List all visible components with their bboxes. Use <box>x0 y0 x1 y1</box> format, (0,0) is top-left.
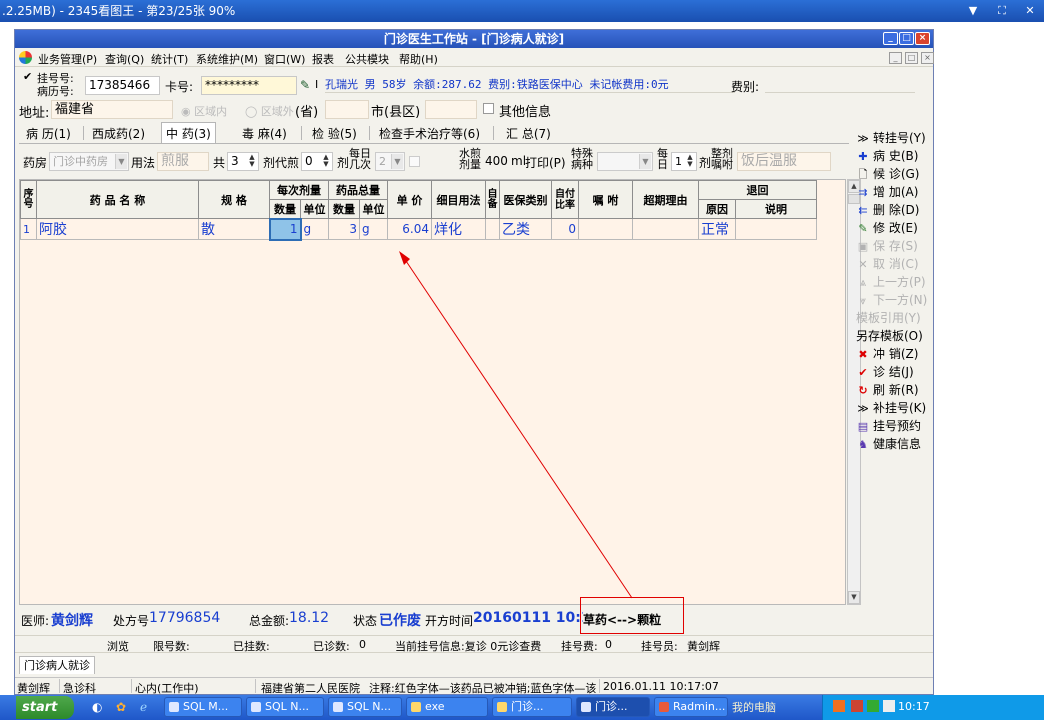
window-icon <box>581 702 591 712</box>
tray-icon[interactable] <box>883 700 895 712</box>
task-label: Radmin... <box>673 700 726 713</box>
quicklaunch-icon[interactable]: ◐ <box>92 700 102 714</box>
system-tray <box>822 695 1044 720</box>
taskbar-item[interactable]: exe <box>406 697 488 717</box>
my-computer-label[interactable]: 我的电脑 <box>732 699 776 715</box>
task-label: SQL M... <box>183 700 229 713</box>
quicklaunch-icon[interactable]: ✿ <box>116 700 126 714</box>
taskbar-item[interactable]: 门诊... <box>492 697 572 717</box>
window-icon <box>251 702 261 712</box>
folder-icon <box>497 702 507 712</box>
task-label: 门诊... <box>511 700 544 713</box>
start-button[interactable]: start <box>16 696 74 719</box>
task-label: 门诊... <box>595 700 628 713</box>
tray-icon[interactable] <box>833 700 845 712</box>
tray-icon[interactable] <box>851 700 863 712</box>
task-label: SQL N... <box>347 700 391 713</box>
annotation-arrow <box>399 251 633 599</box>
folder-icon <box>411 702 421 712</box>
task-label: exe <box>425 700 445 713</box>
taskbar-item[interactable]: SQL N... <box>246 697 324 717</box>
radmin-icon <box>659 702 669 712</box>
window-icon <box>169 702 179 712</box>
taskbar-item[interactable]: SQL N... <box>328 697 402 717</box>
window-icon <box>333 702 343 712</box>
taskbar-item[interactable]: 门诊... <box>576 697 650 717</box>
taskbar-item[interactable]: SQL M... <box>164 697 242 717</box>
annotation-text: 草药<-->颗粒 <box>583 613 662 627</box>
task-label: SQL N... <box>265 700 309 713</box>
tray-icon[interactable] <box>867 700 879 712</box>
taskbar-item[interactable]: Radmin... <box>654 697 728 717</box>
annotation-arrow-line <box>403 257 633 599</box>
annotation-arrow-head <box>399 251 410 265</box>
quicklaunch-icon[interactable]: ℯ <box>140 700 147 714</box>
clock: 10:17 <box>898 700 930 713</box>
